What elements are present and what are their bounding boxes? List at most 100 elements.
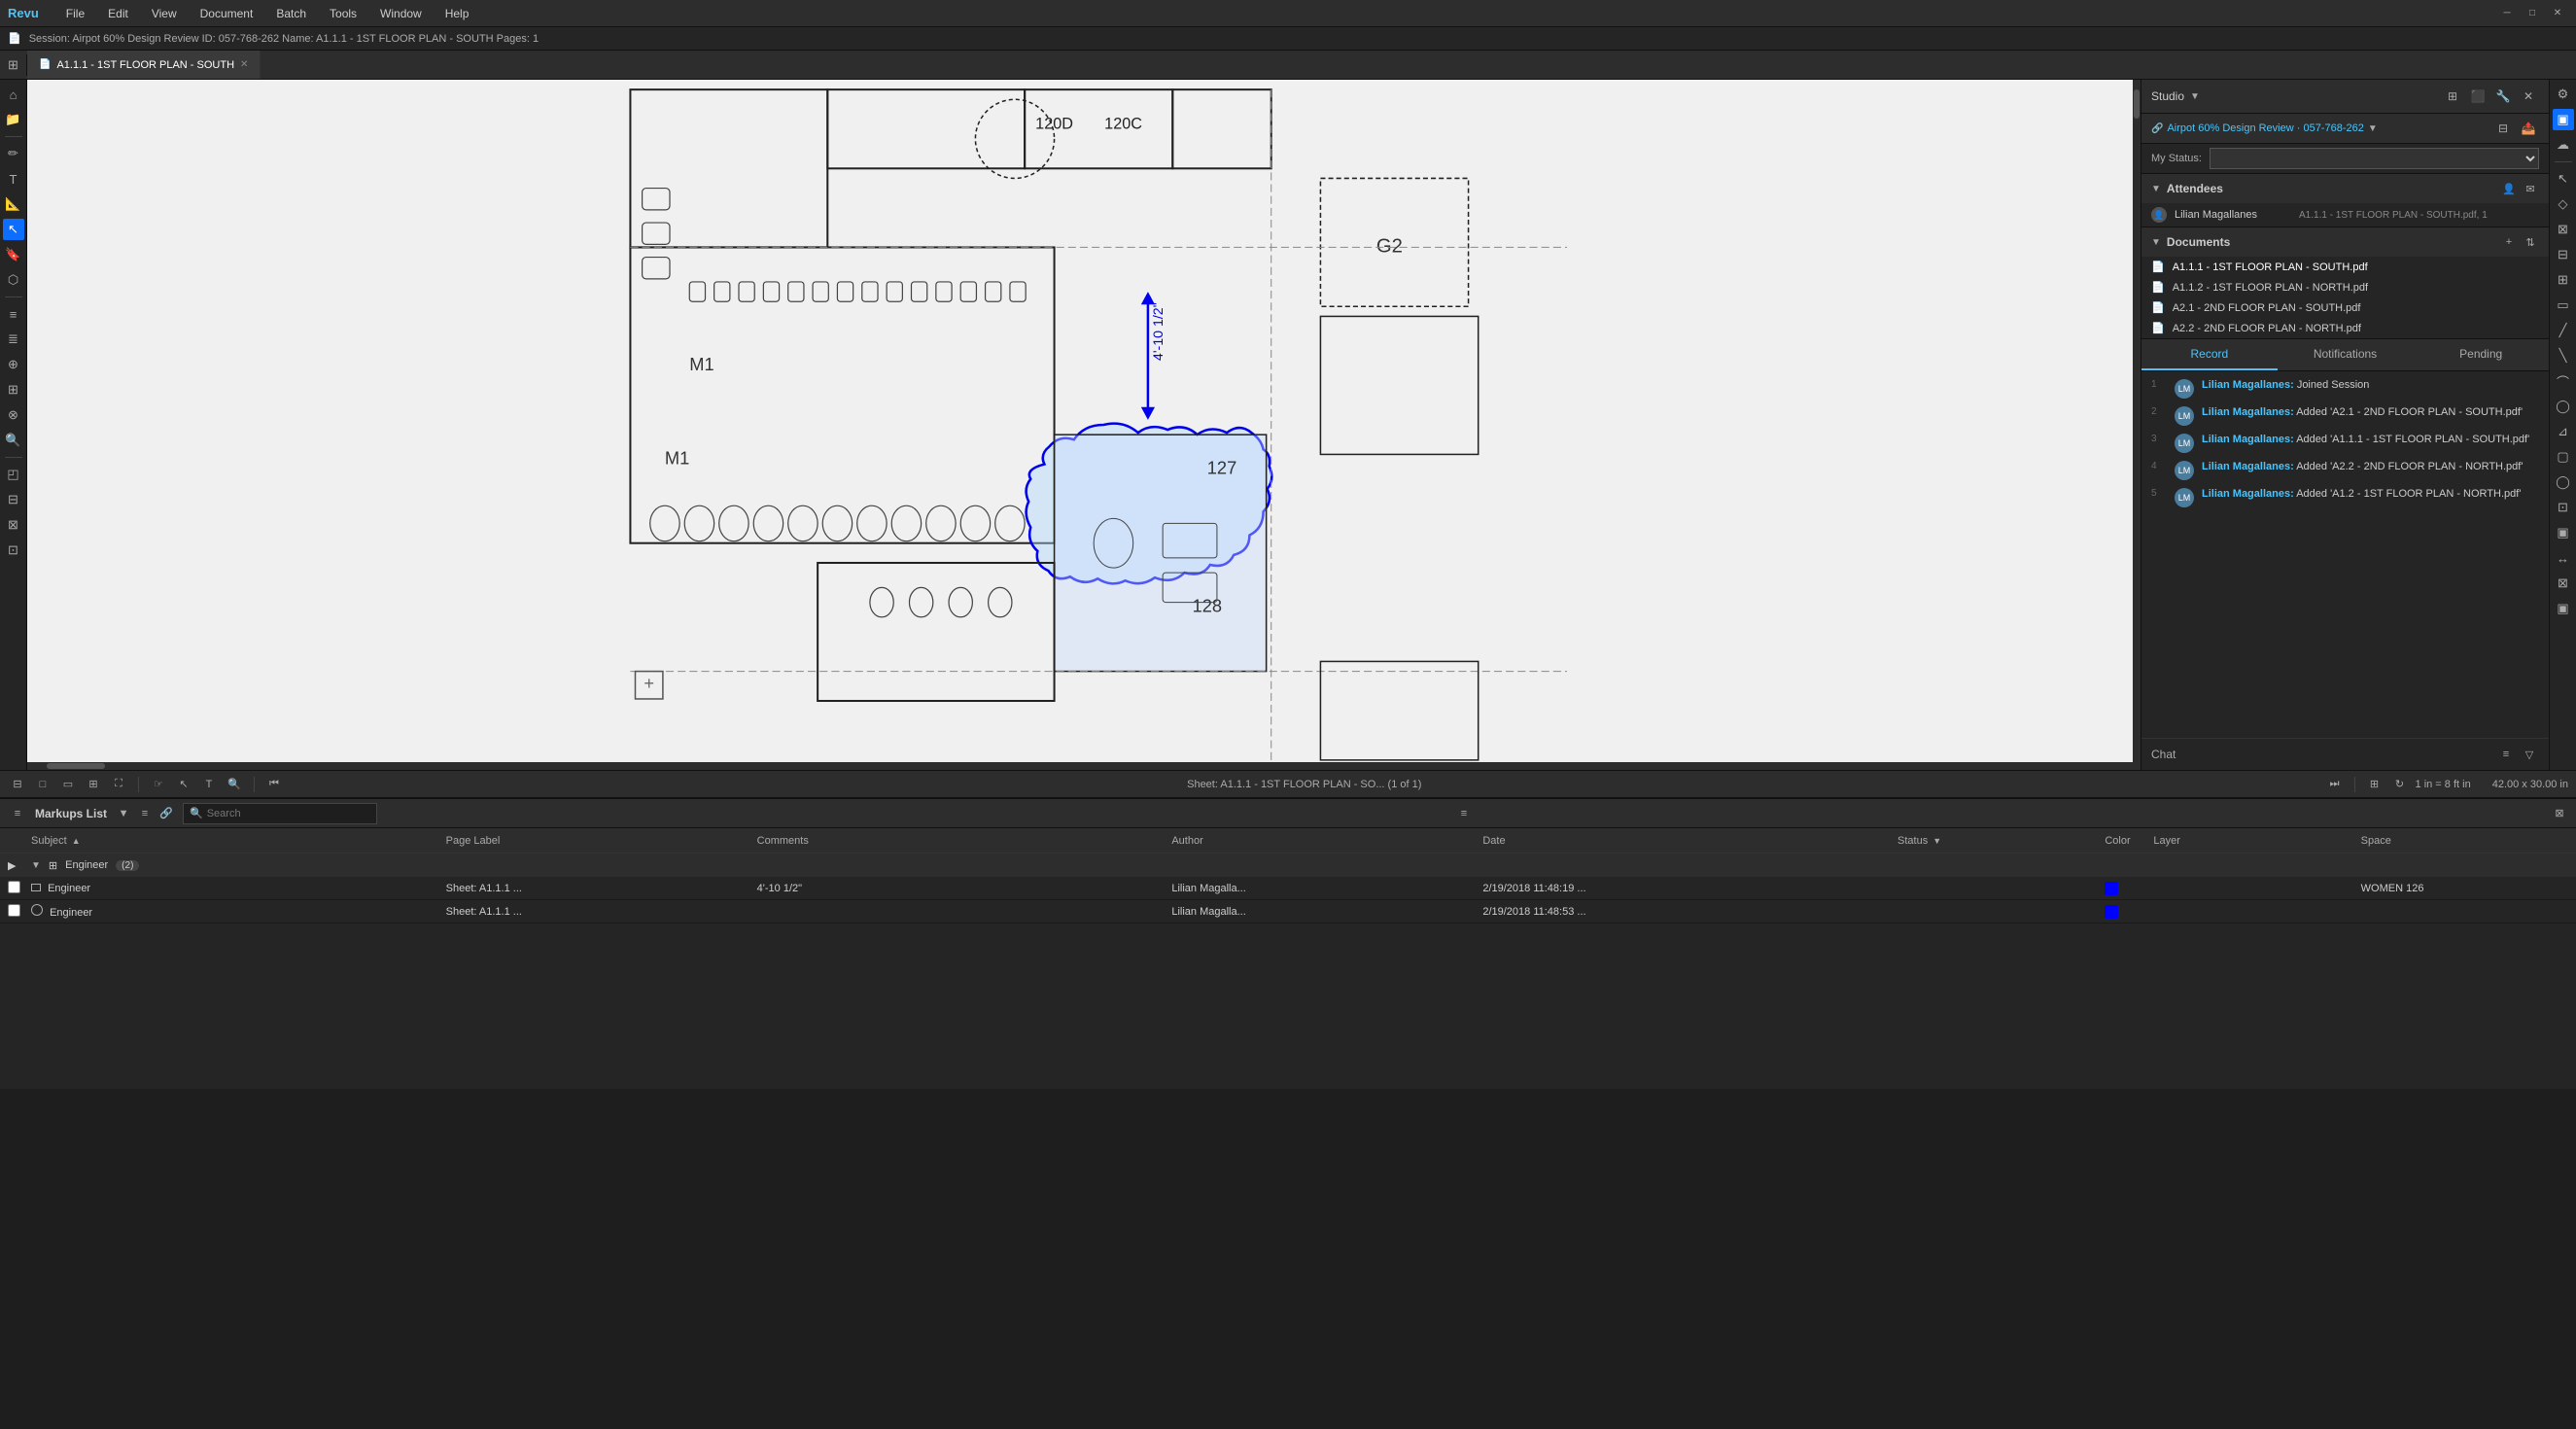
chat-list-icon[interactable]: ≡ bbox=[2496, 745, 2516, 764]
markups-list-icon[interactable]: ≡ bbox=[8, 804, 27, 823]
notifications-tab[interactable]: Notifications bbox=[2278, 339, 2414, 370]
status-dropdown[interactable] bbox=[2210, 148, 2539, 169]
studio-icon-1[interactable]: ⊞ bbox=[2442, 86, 2463, 107]
studio-icon-3[interactable]: 🔧 bbox=[2492, 86, 2514, 107]
tab-floor-plan[interactable]: 📄 A1.1.1 - 1ST FLOOR PLAN - SOUTH ✕ bbox=[27, 51, 261, 79]
close-icon[interactable]: ✕ bbox=[2547, 3, 2568, 24]
status-filter-icon[interactable]: ▼ bbox=[1932, 836, 1941, 846]
studio-icon-4[interactable]: ✕ bbox=[2518, 86, 2539, 107]
documents-add-icon[interactable]: + bbox=[2500, 233, 2518, 251]
right-tool-17[interactable]: ⊠ bbox=[2553, 573, 2574, 594]
right-tool-4[interactable]: ⊟ bbox=[2553, 244, 2574, 265]
snap-tool-icon[interactable]: ⊞ bbox=[3, 379, 24, 401]
thumbnail-icon[interactable]: ⊞ bbox=[84, 775, 103, 794]
right-tool-10[interactable]: ◯ bbox=[2553, 396, 2574, 417]
row1-checkbox[interactable] bbox=[8, 881, 20, 893]
maximize-icon[interactable]: □ bbox=[2522, 3, 2543, 24]
studio-icon-2[interactable]: ⬛ bbox=[2467, 86, 2489, 107]
review-settings-icon[interactable]: ⊟ bbox=[2492, 118, 2514, 139]
compare-tool-icon[interactable]: ⊕ bbox=[3, 354, 24, 375]
right-tool-14[interactable]: ⊡ bbox=[2553, 497, 2574, 518]
menu-window[interactable]: Window bbox=[376, 5, 426, 22]
fullscreen-icon[interactable]: ⛶ bbox=[109, 775, 128, 794]
col-layer-header[interactable]: Layer bbox=[2153, 835, 2360, 847]
text-select-icon[interactable]: T bbox=[199, 775, 219, 794]
select-canvas-icon[interactable]: ↖ bbox=[174, 775, 193, 794]
attendees-invite-icon[interactable]: 👤 bbox=[2500, 180, 2518, 197]
measure-tool-icon[interactable]: 📐 bbox=[3, 193, 24, 215]
col-page-header[interactable]: Page Label bbox=[446, 835, 757, 847]
right-tool-13[interactable]: ◯ bbox=[2553, 471, 2574, 493]
right-tool-6[interactable]: ▭ bbox=[2553, 295, 2574, 316]
attendees-header[interactable]: ▼ Attendees 👤 ✉ bbox=[2141, 174, 2549, 203]
properties-tool-icon[interactable]: ≣ bbox=[3, 329, 24, 350]
extra-tool-4[interactable]: ⊡ bbox=[3, 540, 24, 561]
stamp-tool-icon[interactable]: 🔖 bbox=[3, 244, 24, 265]
markup-row-2[interactable]: Engineer Sheet: A1.1.1 ... Lilian Magall… bbox=[0, 900, 2576, 924]
documents-header[interactable]: ▼ Documents + ⇅ bbox=[2141, 227, 2549, 257]
menu-batch[interactable]: Batch bbox=[272, 5, 310, 22]
chat-filter-icon[interactable]: ▽ bbox=[2520, 745, 2539, 764]
expand-panel-icon[interactable]: ⊠ bbox=[2551, 805, 2568, 822]
canvas-area[interactable]: 120D 120C M1 M1 bbox=[27, 80, 2141, 770]
doc-row-4[interactable]: 📄 A2.2 - 2ND FLOOR PLAN - NORTH.pdf bbox=[2141, 318, 2549, 338]
view-mode-icon[interactable]: ⊟ bbox=[8, 775, 27, 794]
text-tool-icon[interactable]: T bbox=[3, 168, 24, 190]
col-space-header[interactable]: Space bbox=[2361, 835, 2568, 847]
col-author-header[interactable]: Author bbox=[1171, 835, 1482, 847]
pointer-icon[interactable]: ↖ bbox=[2553, 168, 2574, 190]
filter-icon-3[interactable]: 🔗 bbox=[157, 805, 175, 822]
attendees-email-icon[interactable]: ✉ bbox=[2522, 180, 2539, 197]
prev-page-icon[interactable]: ⏮ bbox=[264, 775, 284, 794]
menu-tools[interactable]: Tools bbox=[326, 5, 361, 22]
hand-tool-icon[interactable]: ☞ bbox=[149, 775, 168, 794]
menu-file[interactable]: File bbox=[62, 5, 88, 22]
documents-sort-icon[interactable]: ⇅ bbox=[2522, 233, 2539, 251]
menu-help[interactable]: Help bbox=[441, 5, 473, 22]
search-input[interactable] bbox=[207, 808, 370, 819]
pending-tab[interactable]: Pending bbox=[2413, 339, 2549, 370]
doc-row-3[interactable]: 📄 A2.1 - 2ND FLOOR PLAN - SOUTH.pdf bbox=[2141, 297, 2549, 318]
markup-group-engineer[interactable]: ▶ ▼ ⊞ Engineer (2) bbox=[0, 854, 2576, 877]
filter-icon-1[interactable]: ▼ bbox=[115, 805, 132, 822]
next-page-icon[interactable]: ⏭ bbox=[2325, 775, 2345, 794]
right-tool-12[interactable]: ▢ bbox=[2553, 446, 2574, 468]
col-subject-header[interactable]: Subject ▲ bbox=[31, 835, 446, 847]
record-tab[interactable]: Record bbox=[2141, 339, 2278, 370]
markup-row-1[interactable]: Engineer Sheet: A1.1.1 ... 4'-10 1/2" Li… bbox=[0, 877, 2576, 900]
settings-icon[interactable]: ⚙ bbox=[2553, 84, 2574, 105]
select-tool-icon[interactable]: ↖ bbox=[3, 219, 24, 240]
extra-tool-2[interactable]: ⊟ bbox=[3, 489, 24, 510]
studio-panel-icon[interactable]: ▣ bbox=[2553, 109, 2574, 130]
search-input-wrapper[interactable]: 🔍 bbox=[183, 803, 377, 824]
single-page-icon[interactable]: □ bbox=[33, 775, 52, 794]
col-status-header[interactable]: Status ▼ bbox=[1897, 835, 2105, 847]
right-tool-18[interactable]: ▣ bbox=[2553, 598, 2574, 619]
cloud-icon[interactable]: ☁ bbox=[2553, 134, 2574, 156]
zoom-tool-icon[interactable]: 🔍 bbox=[3, 430, 24, 451]
zoom-canvas-icon[interactable]: 🔍 bbox=[225, 775, 244, 794]
tab-close-button[interactable]: ✕ bbox=[240, 59, 248, 70]
extra-tool-1[interactable]: ◰ bbox=[3, 464, 24, 485]
filter-icon-2[interactable]: ≡ bbox=[136, 805, 154, 822]
col-comments-header[interactable]: Comments bbox=[757, 835, 1172, 847]
right-tool-9[interactable]: ⌒ bbox=[2553, 370, 2574, 392]
menu-edit[interactable]: Edit bbox=[104, 5, 132, 22]
layers-tool-icon[interactable]: ≡ bbox=[3, 303, 24, 325]
row2-checkbox[interactable] bbox=[8, 904, 20, 917]
review-share-icon[interactable]: 📤 bbox=[2518, 118, 2539, 139]
doc-row-2[interactable]: 📄 A1.1.2 - 1ST FLOOR PLAN - NORTH.pdf bbox=[2141, 277, 2549, 297]
right-tool-2[interactable]: ◇ bbox=[2553, 193, 2574, 215]
extra-tool-3[interactable]: ⊠ bbox=[3, 514, 24, 536]
col-color-header[interactable]: Color bbox=[2105, 835, 2153, 847]
right-tool-7[interactable]: ╱ bbox=[2553, 320, 2574, 341]
menu-view[interactable]: View bbox=[148, 5, 181, 22]
col-date-header[interactable]: Date bbox=[1482, 835, 1897, 847]
right-tool-16[interactable]: ↔ bbox=[2553, 547, 2574, 569]
calibrate-tool-icon[interactable]: ⊗ bbox=[3, 404, 24, 426]
review-header[interactable]: 🔗 Airpot 60% Design Review · 057-768-262… bbox=[2141, 114, 2549, 144]
review-dropdown-icon[interactable]: ▼ bbox=[2368, 123, 2378, 134]
poly-tool-icon[interactable]: ⬡ bbox=[3, 269, 24, 291]
right-tool-11[interactable]: ⊿ bbox=[2553, 421, 2574, 442]
right-tool-8[interactable]: ╲ bbox=[2553, 345, 2574, 366]
